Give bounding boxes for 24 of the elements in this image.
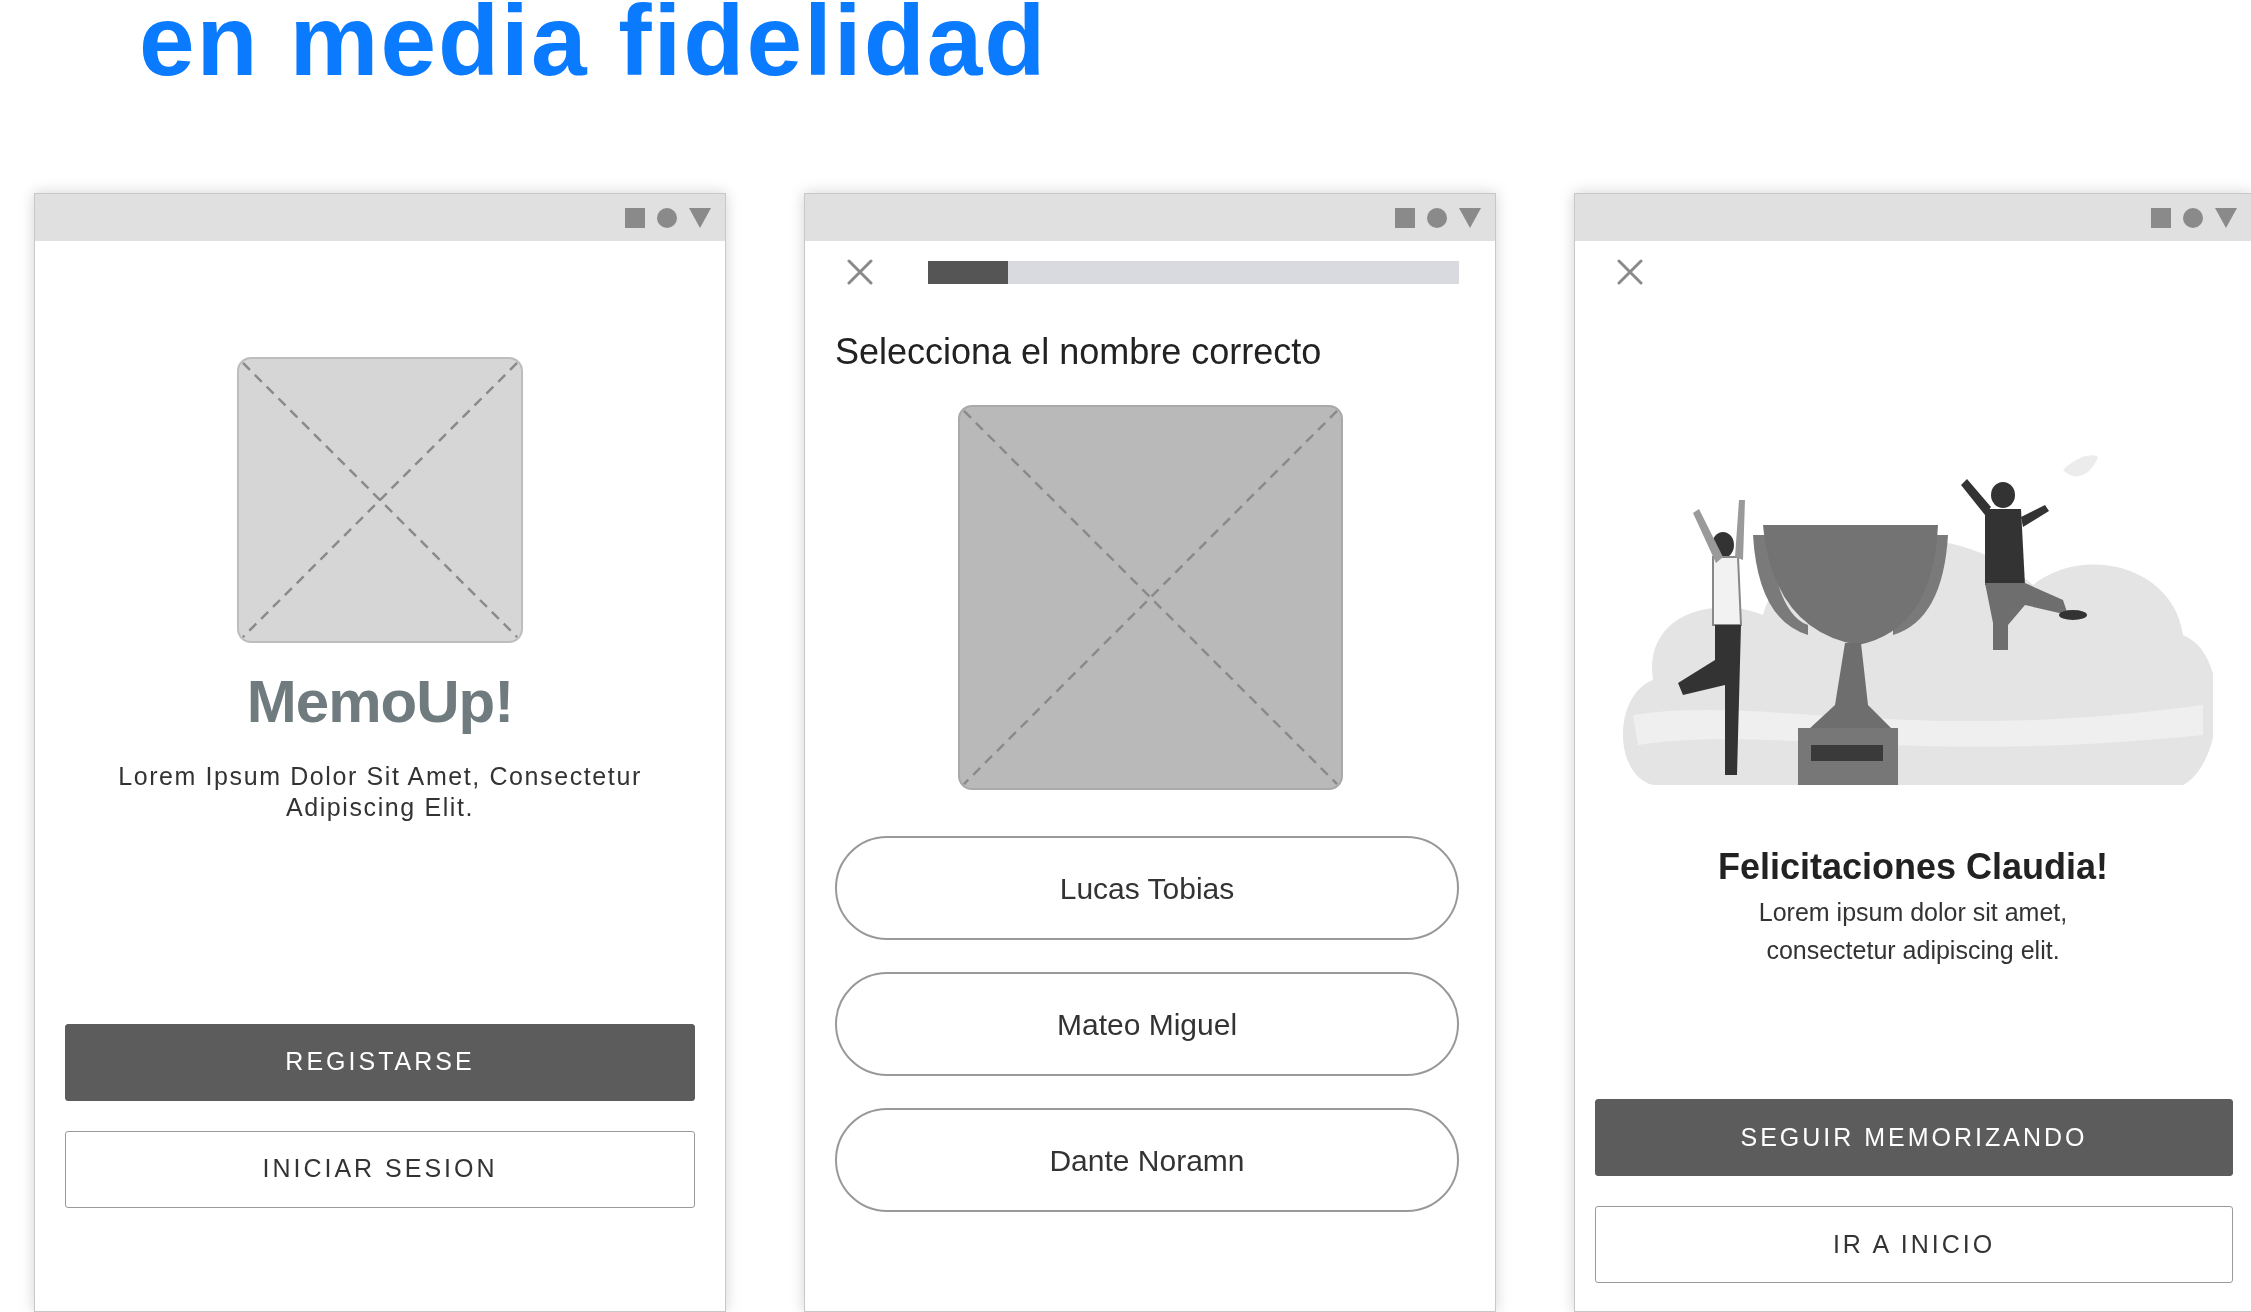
- primary-button[interactable]: SEGUIR MEMORIZANDO: [1595, 1099, 2233, 1176]
- question-text: Selecciona el nombre correcto: [835, 330, 1322, 374]
- page-heading: en media fidelidad: [139, 0, 1048, 90]
- app-title: MemoUp!: [246, 667, 514, 737]
- triangle-icon[interactable]: [689, 207, 711, 228]
- square-icon[interactable]: [2151, 207, 2171, 228]
- answer-option[interactable]: Lucas Tobias: [835, 836, 1459, 940]
- outline-button[interactable]: INICIAR SESION: [65, 1130, 695, 1208]
- circle-icon[interactable]: [2183, 207, 2203, 228]
- primary-button[interactable]: REGISTARSE: [65, 1023, 695, 1101]
- circle-icon[interactable]: [657, 207, 677, 228]
- triangle-icon[interactable]: [2215, 207, 2237, 228]
- answer-option[interactable]: Dante Noramn: [835, 1108, 1459, 1212]
- description-text: Lorem ipsum dolor sit amet, consectetur adipiscing elit.: [1757, 897, 2069, 966]
- square-icon[interactable]: [625, 207, 645, 228]
- description-text: Lorem Ipsum Dolor Sit Amet, Consectetur Adipiscing Elit.: [117, 761, 643, 824]
- square-icon[interactable]: [1395, 207, 1415, 228]
- triangle-icon[interactable]: [1459, 207, 1481, 228]
- close-icon[interactable]: [1617, 259, 1643, 285]
- close-icon[interactable]: [847, 259, 873, 285]
- congratulations-title: Felicitaciones Claudia!: [1717, 845, 2109, 889]
- answer-option[interactable]: Mateo Miguel: [835, 972, 1459, 1076]
- circle-icon[interactable]: [1427, 207, 1447, 228]
- outline-button[interactable]: IR A INICIO: [1595, 1206, 2233, 1283]
